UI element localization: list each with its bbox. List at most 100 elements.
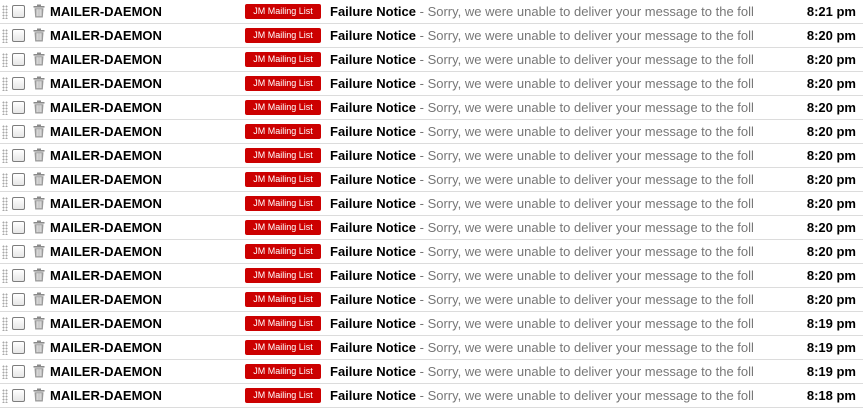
subject-line[interactable]: Failure Notice - Sorry, we were unable t…: [330, 288, 758, 311]
subject-line[interactable]: Failure Notice - Sorry, we were unable t…: [330, 24, 758, 47]
select-checkbox[interactable]: [12, 149, 25, 162]
select-checkbox[interactable]: [12, 197, 25, 210]
drag-handle-icon[interactable]: [2, 317, 8, 331]
subject-line[interactable]: Failure Notice - Sorry, we were unable t…: [330, 120, 758, 143]
drag-handle-icon[interactable]: [2, 293, 8, 307]
subject-line[interactable]: Failure Notice - Sorry, we were unable t…: [330, 144, 758, 167]
label-badge[interactable]: JM Mailing List: [245, 220, 321, 235]
drag-handle-icon[interactable]: [2, 269, 8, 283]
trash-icon[interactable]: [33, 100, 45, 114]
message-row[interactable]: MAILER-DAEMON JM Mailing List Failure No…: [0, 288, 863, 312]
sender-name[interactable]: MAILER-DAEMON: [50, 24, 162, 47]
sender-name[interactable]: MAILER-DAEMON: [50, 72, 162, 95]
label-badge[interactable]: JM Mailing List: [245, 244, 321, 259]
message-row[interactable]: MAILER-DAEMON JM Mailing List Failure No…: [0, 360, 863, 384]
select-checkbox[interactable]: [12, 317, 25, 330]
sender-name[interactable]: MAILER-DAEMON: [50, 336, 162, 359]
sender-name[interactable]: MAILER-DAEMON: [50, 240, 162, 263]
subject-line[interactable]: Failure Notice - Sorry, we were unable t…: [330, 384, 758, 407]
sender-name[interactable]: MAILER-DAEMON: [50, 216, 162, 239]
select-checkbox[interactable]: [12, 5, 25, 18]
message-row[interactable]: MAILER-DAEMON JM Mailing List Failure No…: [0, 144, 863, 168]
subject-line[interactable]: Failure Notice - Sorry, we were unable t…: [330, 360, 758, 383]
sender-name[interactable]: MAILER-DAEMON: [50, 360, 162, 383]
label-badge[interactable]: JM Mailing List: [245, 52, 321, 67]
subject-line[interactable]: Failure Notice - Sorry, we were unable t…: [330, 192, 758, 215]
sender-name[interactable]: MAILER-DAEMON: [50, 120, 162, 143]
subject-line[interactable]: Failure Notice - Sorry, we were unable t…: [330, 96, 758, 119]
subject-line[interactable]: Failure Notice - Sorry, we were unable t…: [330, 168, 758, 191]
select-checkbox[interactable]: [12, 125, 25, 138]
drag-handle-icon[interactable]: [2, 53, 8, 67]
label-badge[interactable]: JM Mailing List: [245, 316, 321, 331]
trash-icon[interactable]: [33, 268, 45, 282]
drag-handle-icon[interactable]: [2, 365, 8, 379]
select-checkbox[interactable]: [12, 29, 25, 42]
select-checkbox[interactable]: [12, 221, 25, 234]
label-badge[interactable]: JM Mailing List: [245, 196, 321, 211]
drag-handle-icon[interactable]: [2, 245, 8, 259]
drag-handle-icon[interactable]: [2, 389, 8, 403]
select-checkbox[interactable]: [12, 341, 25, 354]
label-badge[interactable]: JM Mailing List: [245, 268, 321, 283]
select-checkbox[interactable]: [12, 53, 25, 66]
label-badge[interactable]: JM Mailing List: [245, 4, 321, 19]
trash-icon[interactable]: [33, 292, 45, 306]
trash-icon[interactable]: [33, 316, 45, 330]
drag-handle-icon[interactable]: [2, 173, 8, 187]
select-checkbox[interactable]: [12, 365, 25, 378]
label-badge[interactable]: JM Mailing List: [245, 172, 321, 187]
drag-handle-icon[interactable]: [2, 197, 8, 211]
trash-icon[interactable]: [33, 388, 45, 402]
message-row[interactable]: MAILER-DAEMON JM Mailing List Failure No…: [0, 72, 863, 96]
label-badge[interactable]: JM Mailing List: [245, 100, 321, 115]
trash-icon[interactable]: [33, 76, 45, 90]
select-checkbox[interactable]: [12, 269, 25, 282]
drag-handle-icon[interactable]: [2, 101, 8, 115]
subject-line[interactable]: Failure Notice - Sorry, we were unable t…: [330, 0, 758, 23]
drag-handle-icon[interactable]: [2, 149, 8, 163]
trash-icon[interactable]: [33, 244, 45, 258]
subject-line[interactable]: Failure Notice - Sorry, we were unable t…: [330, 336, 758, 359]
message-row[interactable]: MAILER-DAEMON JM Mailing List Failure No…: [0, 0, 863, 24]
drag-handle-icon[interactable]: [2, 29, 8, 43]
message-row[interactable]: MAILER-DAEMON JM Mailing List Failure No…: [0, 168, 863, 192]
trash-icon[interactable]: [33, 28, 45, 42]
sender-name[interactable]: MAILER-DAEMON: [50, 288, 162, 311]
sender-name[interactable]: MAILER-DAEMON: [50, 264, 162, 287]
sender-name[interactable]: MAILER-DAEMON: [50, 312, 162, 335]
sender-name[interactable]: MAILER-DAEMON: [50, 0, 162, 23]
sender-name[interactable]: MAILER-DAEMON: [50, 96, 162, 119]
trash-icon[interactable]: [33, 148, 45, 162]
select-checkbox[interactable]: [12, 77, 25, 90]
trash-icon[interactable]: [33, 124, 45, 138]
drag-handle-icon[interactable]: [2, 221, 8, 235]
sender-name[interactable]: MAILER-DAEMON: [50, 192, 162, 215]
sender-name[interactable]: MAILER-DAEMON: [50, 168, 162, 191]
trash-icon[interactable]: [33, 364, 45, 378]
label-badge[interactable]: JM Mailing List: [245, 364, 321, 379]
trash-icon[interactable]: [33, 196, 45, 210]
select-checkbox[interactable]: [12, 293, 25, 306]
label-badge[interactable]: JM Mailing List: [245, 292, 321, 307]
label-badge[interactable]: JM Mailing List: [245, 76, 321, 91]
label-badge[interactable]: JM Mailing List: [245, 340, 321, 355]
select-checkbox[interactable]: [12, 173, 25, 186]
select-checkbox[interactable]: [12, 245, 25, 258]
subject-line[interactable]: Failure Notice - Sorry, we were unable t…: [330, 72, 758, 95]
trash-icon[interactable]: [33, 172, 45, 186]
subject-line[interactable]: Failure Notice - Sorry, we were unable t…: [330, 216, 758, 239]
message-row[interactable]: MAILER-DAEMON JM Mailing List Failure No…: [0, 312, 863, 336]
sender-name[interactable]: MAILER-DAEMON: [50, 144, 162, 167]
message-row[interactable]: MAILER-DAEMON JM Mailing List Failure No…: [0, 336, 863, 360]
message-row[interactable]: MAILER-DAEMON JM Mailing List Failure No…: [0, 264, 863, 288]
message-row[interactable]: MAILER-DAEMON JM Mailing List Failure No…: [0, 120, 863, 144]
message-row[interactable]: MAILER-DAEMON JM Mailing List Failure No…: [0, 240, 863, 264]
subject-line[interactable]: Failure Notice - Sorry, we were unable t…: [330, 312, 758, 335]
label-badge[interactable]: JM Mailing List: [245, 388, 321, 403]
trash-icon[interactable]: [33, 220, 45, 234]
label-badge[interactable]: JM Mailing List: [245, 124, 321, 139]
message-row[interactable]: MAILER-DAEMON JM Mailing List Failure No…: [0, 384, 863, 408]
trash-icon[interactable]: [33, 52, 45, 66]
trash-icon[interactable]: [33, 340, 45, 354]
